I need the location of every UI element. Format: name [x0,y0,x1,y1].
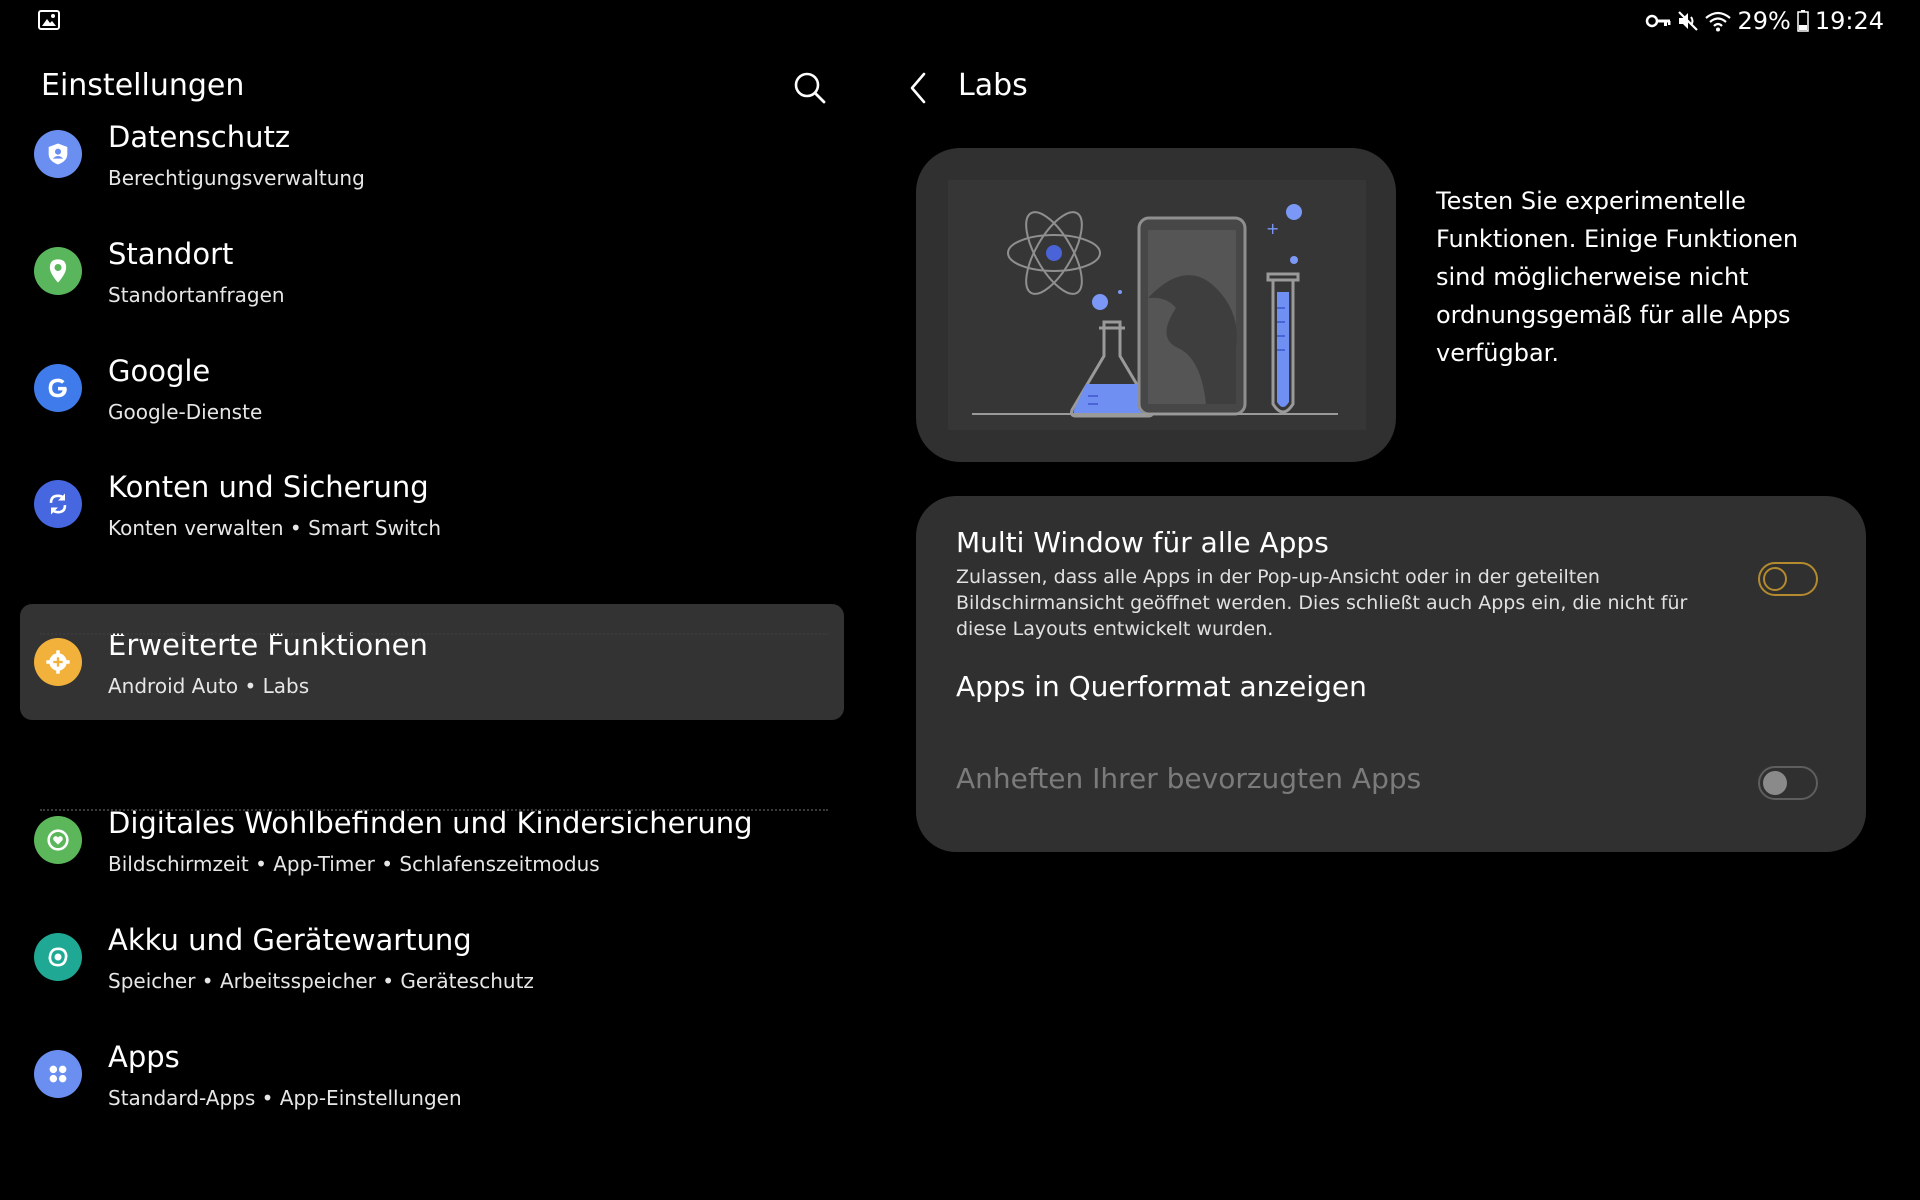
status-indicators: 29% 19:24 [1645,6,1884,36]
settings-item-title: Akku und Gerätewartung [108,923,472,957]
sync-icon [34,480,82,528]
settings-item-google[interactable]: Google Google-Dienste [20,330,844,446]
settings-item-subtitle: Konten verwalten • Smart Switch [108,516,442,540]
settings-item-title: Digitales Wohlbefinden und Kindersicheru… [108,806,753,840]
settings-item-apps[interactable]: Apps Standard-Apps • App-Einstellungen [20,1016,844,1132]
location-pin-icon [34,247,82,295]
settings-item-erweiterte-funktionen[interactable]: Erweiterte Funktionen Android Auto • Labs [20,604,844,720]
setting-title: Apps in Querformat anzeigen [956,670,1367,703]
settings-item-subtitle: Berechtigungsverwaltung [108,166,365,190]
shield-person-icon [34,130,82,178]
google-g-icon [34,364,82,412]
vpn-key-icon [1646,14,1671,28]
apps-grid-icon [34,1050,82,1098]
labs-intro-text: Testen Sie experimentelle Funktionen. Ei… [1436,187,1799,367]
settings-item-subtitle: Speicher • Arbeitsspeicher • Geräteschut… [108,969,534,993]
labs-page-title: Labs [958,68,1028,103]
wifi-icon [1705,11,1732,32]
pin-favorite-apps-toggle [1758,766,1818,800]
phone-icon [1137,216,1247,416]
settings-item-standort[interactable]: Standort Standortanfragen [20,213,844,329]
settings-item-subtitle: Bildschirmzeit • App-Timer • Schlafensze… [108,852,600,876]
settings-item-subtitle: Google-Dienste [108,400,263,424]
battery-icon [1797,10,1809,32]
menu-divider [40,809,828,811]
settings-item-title: Standort [108,237,234,271]
svg-text:+: + [1266,219,1279,238]
battery-percentage: 29% [1737,7,1791,35]
test-tube-icon [1266,272,1300,414]
menu-divider [40,633,828,635]
lab-illustration: + [948,180,1366,430]
status-bar: 29% 19:24 [0,0,1920,40]
settings-item-title: Apps [108,1040,180,1074]
settings-item-datenschutz[interactable]: Datenschutz Berechtigungsverwaltung [20,96,844,212]
settings-item-akku-und-gerätewartung[interactable]: Akku und Gerätewartung Speicher • Arbeits… [20,899,844,1015]
setting-row-pin-favorite-apps: Anheften Ihrer bevorzugten Apps [916,736,1866,852]
setting-row-multi-window[interactable]: Multi Window für alle Apps Zulassen, das… [916,496,1866,646]
labs-illustration-card: + [916,148,1396,462]
settings-item-subtitle: Android Auto • Labs [108,674,310,698]
setting-row-landscape-apps[interactable]: Apps in Querformat anzeigen [916,646,1866,736]
gallery-notification-icon [38,10,60,30]
settings-item-title: Konten und Sicherung [108,470,429,504]
settings-item-digitales-wohlbefinden-und-kindersicherung[interactable]: Digitales Wohlbefinden und Kindersicheru… [20,782,844,898]
back-arrow-icon[interactable] [900,68,936,108]
setting-title: Anheften Ihrer bevorzugten Apps [956,762,1422,795]
settings-item-subtitle: Standard-Apps • App-Einstellungen [108,1086,462,1110]
multi-window-toggle[interactable] [1758,562,1818,596]
settings-item-title: Datenschutz [108,120,291,154]
device-care-icon [34,933,82,981]
labs-settings-card: Multi Window für alle Apps Zulassen, das… [916,496,1866,852]
setting-title: Multi Window für alle Apps [956,526,1329,559]
mute-icon [1678,11,1699,31]
heart-circle-icon [34,816,82,864]
settings-item-title: Google [108,354,211,388]
settings-item-konten-und-sicherung[interactable]: Konten und Sicherung Konten verwalten • S… [20,446,844,562]
clock: 19:24 [1814,7,1884,35]
settings-item-subtitle: Standortanfragen [108,283,285,307]
setting-description: Zulassen, dass alle Apps in der Pop-up-A… [956,566,1688,640]
gear-plus-icon [34,638,82,686]
